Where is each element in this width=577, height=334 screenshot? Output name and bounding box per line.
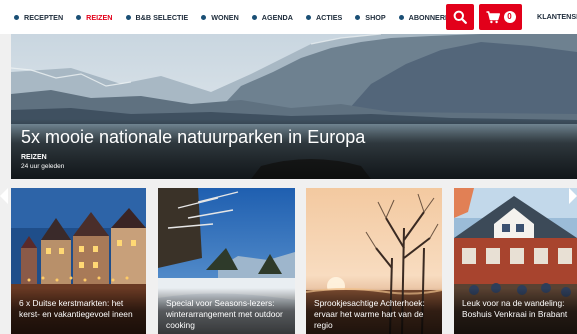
nav-item-label: SHOP xyxy=(365,12,386,22)
bullet-dot-icon xyxy=(251,14,257,20)
cart-count-badge: 0 xyxy=(503,11,516,23)
nav-item-shop[interactable]: SHOP xyxy=(355,12,386,22)
article-card[interactable]: 6 x Duitse kerstmarkten: het kerst- en v… xyxy=(11,188,146,334)
article-card[interactable]: Leuk voor na de wandeling: Boshuis Venkr… xyxy=(454,188,577,334)
card-title[interactable]: Leuk voor na de wandeling: Boshuis Venkr… xyxy=(462,298,573,320)
nav-item-label: WONEN xyxy=(211,12,239,22)
customer-service-link[interactable]: KLANTENSER xyxy=(537,12,577,21)
cart-button[interactable]: 0 xyxy=(479,4,522,30)
bullet-dot-icon xyxy=(125,14,131,20)
top-navigation: RECEPTEN REIZEN B&B SELECTIE WONEN AGEND… xyxy=(0,0,577,34)
nav-item-recepten[interactable]: RECEPTEN xyxy=(14,13,63,22)
bullet-dot-icon xyxy=(305,14,311,20)
cart-icon xyxy=(486,10,500,23)
search-button[interactable] xyxy=(446,4,474,30)
nav-item-bb-selectie[interactable]: B&B SELECTIE xyxy=(125,12,189,22)
nav-item-wonen[interactable]: WONEN xyxy=(201,13,239,22)
hero-article[interactable]: 5x mooie nationale natuurparken in Europ… xyxy=(11,34,577,179)
nav-item-label: B&B SELECTIE xyxy=(135,12,189,22)
bullet-dot-icon xyxy=(14,14,19,20)
nav-item-label: RECEPTEN xyxy=(24,12,64,22)
card-title[interactable]: Sprookjesachtige Achterhoek: ervaar het … xyxy=(314,298,438,330)
article-card[interactable]: Sprookjesachtige Achterhoek: ervaar het … xyxy=(306,188,442,334)
nav-item-acties[interactable]: ACTIES xyxy=(305,12,343,22)
carousel-prev-icon[interactable] xyxy=(0,188,8,334)
bullet-dot-icon xyxy=(76,14,82,20)
hero-title[interactable]: 5x mooie nationale natuurparken in Europ… xyxy=(21,127,365,148)
nav-item-label: ACTIES xyxy=(315,12,343,22)
nav-item-reizen[interactable]: REIZEN xyxy=(76,12,113,22)
search-icon xyxy=(453,10,467,24)
hero-category: REIZEN xyxy=(21,154,47,161)
card-title[interactable]: Special voor Seasons-lezers: winterarran… xyxy=(166,298,291,330)
nav-item-label: AGENDA xyxy=(261,12,293,22)
bullet-dot-icon xyxy=(355,14,361,20)
main-menu: RECEPTEN REIZEN B&B SELECTIE WONEN AGEND… xyxy=(14,0,468,34)
nav-item-agenda[interactable]: AGENDA xyxy=(251,12,293,22)
nav-item-label: REIZEN xyxy=(86,12,113,22)
hero-timestamp: 24 uur geleden xyxy=(21,163,65,170)
article-card[interactable]: Special voor Seasons-lezers: winterarran… xyxy=(158,188,295,334)
bullet-dot-icon xyxy=(398,14,404,20)
card-title[interactable]: 6 x Duitse kerstmarkten: het kerst- en v… xyxy=(19,298,142,320)
bullet-dot-icon xyxy=(201,14,207,20)
carousel-next-icon[interactable] xyxy=(569,188,577,334)
